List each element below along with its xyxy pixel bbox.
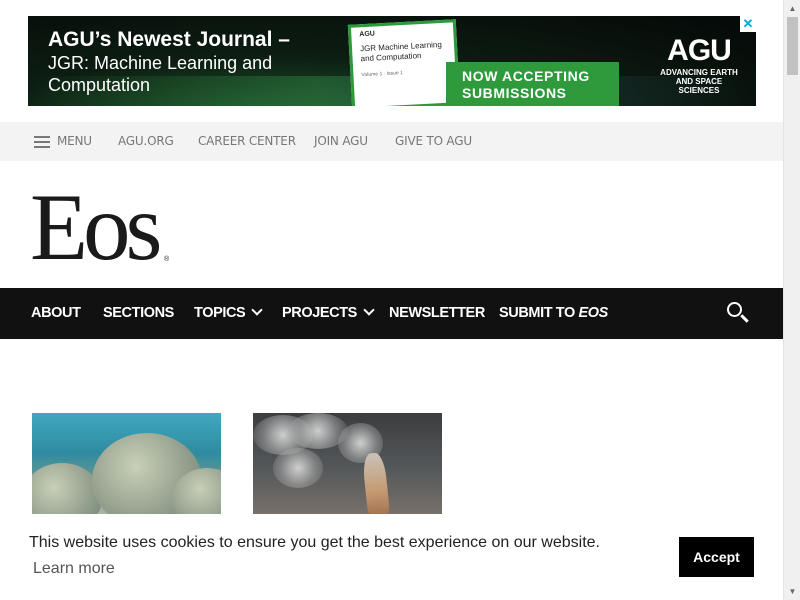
cookie-learn-more-link[interactable]: Learn more [33,560,115,578]
logo-registered-mark: ® [164,256,170,263]
nav-submit-to-eos[interactable]: SUBMIT TO EOS [499,305,608,321]
ad-journal-cover: AGU JGR Machine Learning and Computation… [347,19,461,106]
utility-bar: MENU AGU.ORG CAREER CENTER JOIN AGU GIVE… [0,122,783,161]
ad-close-icon[interactable]: ✕ [740,16,756,32]
ad-brand: AGU ADVANCING EARTH AND SPACE SCIENCES [656,34,742,95]
article-thumbnail-coral[interactable] [32,413,221,514]
agu-logo: AGU [667,34,732,67]
vertical-scrollbar[interactable]: ▲ ▼ [783,0,800,600]
chevron-down-icon [363,304,375,316]
utility-link-agu-org[interactable]: AGU.ORG [118,134,174,148]
scrollbar-thumb[interactable] [787,17,798,75]
nav-projects[interactable]: PROJECTS [282,304,375,321]
search-icon[interactable] [727,302,749,324]
utility-link-career-center[interactable]: CAREER CENTER [198,134,296,148]
menu-button[interactable]: MENU [57,134,92,148]
ad-cover-logo: AGU [359,30,376,39]
hamburger-icon[interactable] [34,136,50,148]
ad-cover-volume: Volume 1 · Issue 1 [361,70,403,79]
cookie-banner: This website uses cookies to ensure you … [0,514,783,600]
chevron-down-icon [251,304,263,316]
nav-projects-label: PROJECTS [282,305,357,321]
ad-cover-title: JGR Machine Learning and Computation [359,39,443,64]
nav-newsletter[interactable]: NEWSLETTER [389,305,485,321]
nav-sections[interactable]: SECTIONS [103,305,174,321]
ad-title: AGU’s Newest Journal – [48,28,290,51]
article-thumbnail-tornado[interactable] [253,413,442,514]
utility-link-join-agu[interactable]: JOIN AGU [314,134,368,148]
nav-about[interactable]: ABOUT [31,305,81,321]
ad-subtitle: JGR: Machine Learning and Computation [48,53,273,95]
nav-submit-label: SUBMIT TO [499,305,579,321]
site-logo[interactable]: Eos [30,172,162,282]
ad-cta-button[interactable]: NOW ACCEPTING SUBMISSIONS [446,62,619,106]
nav-submit-emphasis: EOS [578,305,609,321]
agu-tagline: ADVANCING EARTH AND SPACE SCIENCES [660,68,738,95]
main-nav: ABOUT SECTIONS TOPICS PROJECTS NEWSLETTE… [0,288,783,339]
cookie-accept-button[interactable]: Accept [679,537,754,577]
nav-topics-label: TOPICS [194,305,246,321]
cookie-message: This website uses cookies to ensure you … [29,534,600,551]
page-viewport: AGU’s Newest Journal – JGR: Machine Lear… [0,0,783,600]
scroll-up-arrow-icon[interactable]: ▲ [784,0,800,17]
utility-link-give-to-agu[interactable]: GIVE TO AGU [395,134,472,148]
scroll-down-arrow-icon[interactable]: ▼ [784,583,800,600]
ad-banner[interactable]: AGU’s Newest Journal – JGR: Machine Lear… [28,16,756,106]
nav-topics[interactable]: TOPICS [194,304,263,321]
